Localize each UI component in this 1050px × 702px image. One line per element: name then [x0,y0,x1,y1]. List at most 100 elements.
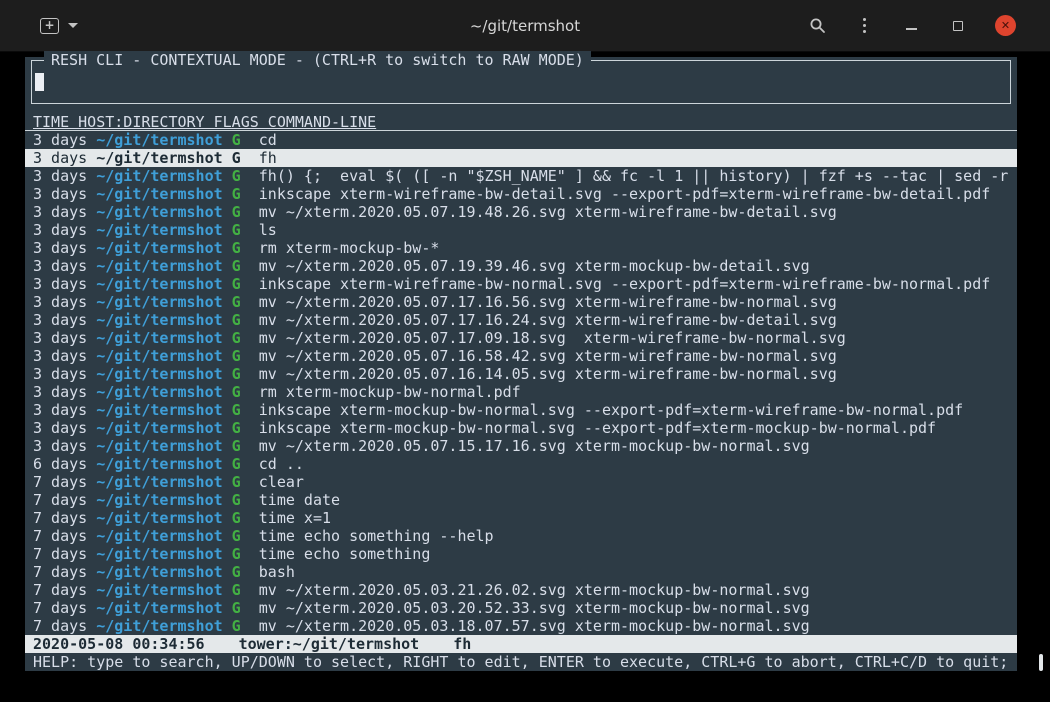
row-time: 3 days [33,419,96,437]
row-time: 3 days [33,257,96,275]
row-command-line: bash [241,563,295,581]
row-time: 3 days [33,329,96,347]
minimize-button[interactable] [901,16,921,36]
history-row[interactable]: 3 days ~/git/termshot G mv ~/xterm.2020.… [25,329,1017,347]
search-button[interactable] [807,16,827,36]
new-tab-button[interactable]: + [40,18,59,34]
history-row[interactable]: 7 days ~/git/termshot G time date [25,491,1017,509]
row-host-directory: ~/git/termshot [96,383,222,401]
kebab-menu-icon [863,18,866,33]
search-input[interactable]: RESH CLI - CONTEXTUAL MODE - (CTRL+R to … [31,60,1011,104]
history-row[interactable]: 7 days ~/git/termshot G time echo someth… [25,545,1017,563]
restore-button[interactable] [948,16,968,36]
row-time: 3 days [33,383,96,401]
row-command-line: cd [241,131,277,149]
row-command-line: mv ~/xterm.2020.05.07.19.39.46.svg xterm… [241,257,810,275]
row-flags: G [223,131,241,149]
row-time: 7 days [33,617,96,635]
row-flags: G [223,257,241,275]
history-row[interactable]: 3 days ~/git/termshot G fh() {; eval $( … [25,167,1017,185]
menu-button[interactable] [854,16,874,36]
history-row[interactable]: 7 days ~/git/termshot G mv ~/xterm.2020.… [25,599,1017,617]
history-row[interactable]: 3 days ~/git/termshot G rm xterm-mockup-… [25,239,1017,257]
row-command-line: inkscape xterm-mockup-bw-normal.svg --ex… [241,401,963,419]
titlebar: + ~/git/termshot [0,0,1050,52]
row-command-line: inkscape xterm-wireframe-bw-detail.svg -… [241,185,991,203]
row-command-line: rm xterm-mockup-bw-* [241,239,440,257]
row-time: 3 days [33,185,96,203]
history-row[interactable]: 7 days ~/git/termshot G time x=1 [25,509,1017,527]
history-row[interactable]: 3 days ~/git/termshot G inkscape xterm-m… [25,401,1017,419]
history-row[interactable]: 3 days ~/git/termshot G fh [25,149,1017,167]
history-row[interactable]: 3 days ~/git/termshot G mv ~/xterm.2020.… [25,347,1017,365]
row-host-directory: ~/git/termshot [96,221,222,239]
row-host-directory: ~/git/termshot [96,563,222,581]
row-host-directory: ~/git/termshot [96,329,222,347]
history-row[interactable]: 6 days ~/git/termshot G cd .. [25,455,1017,473]
history-row[interactable]: 3 days ~/git/termshot G mv ~/xterm.2020.… [25,311,1017,329]
row-flags: G [223,239,241,257]
tab-dropdown-button[interactable] [68,23,78,28]
row-time: 7 days [33,527,96,545]
row-host-directory: ~/git/termshot [96,527,222,545]
row-time: 7 days [33,509,96,527]
close-button[interactable]: ✕ [995,15,1016,36]
status-gap [419,635,453,653]
history-row[interactable]: 3 days ~/git/termshot G ls [25,221,1017,239]
history-row[interactable]: 3 days ~/git/termshot G inkscape xterm-w… [25,275,1017,293]
row-flags: G [223,203,241,221]
terminal-screen: RESH CLI - CONTEXTUAL MODE - (CTRL+R to … [0,52,1050,702]
minimize-icon [906,28,917,30]
history-row[interactable]: 3 days ~/git/termshot G rm xterm-mockup-… [25,383,1017,401]
row-command-line: mv ~/xterm.2020.05.07.17.16.24.svg xterm… [241,311,837,329]
history-row[interactable]: 3 days ~/git/termshot G mv ~/xterm.2020.… [25,257,1017,275]
row-time: 6 days [33,455,96,473]
row-flags: G [223,311,241,329]
row-host-directory: ~/git/termshot [96,311,222,329]
history-row[interactable]: 7 days ~/git/termshot G time echo someth… [25,527,1017,545]
history-row[interactable]: 3 days ~/git/termshot G inkscape xterm-m… [25,419,1017,437]
row-host-directory: ~/git/termshot [96,203,222,221]
row-host-directory: ~/git/termshot [96,509,222,527]
row-command-line: mv ~/xterm.2020.05.07.17.16.56.svg xterm… [241,293,837,311]
row-flags: G [223,473,241,491]
history-row[interactable]: 3 days ~/git/termshot G mv ~/xterm.2020.… [25,293,1017,311]
history-row[interactable]: 7 days ~/git/termshot G clear [25,473,1017,491]
history-row[interactable]: 7 days ~/git/termshot G mv ~/xterm.2020.… [25,581,1017,599]
history-row[interactable]: 3 days ~/git/termshot G mv ~/xterm.2020.… [25,365,1017,383]
row-flags: G [223,185,241,203]
row-time: 3 days [33,131,96,149]
row-host-directory: ~/git/termshot [96,347,222,365]
table-column-header: TIME HOST:DIRECTORY FLAGS COMMAND-LINE [25,113,1017,131]
row-command-line: mv ~/xterm.2020.05.07.16.14.05.svg xterm… [241,365,837,383]
row-host-directory: ~/git/termshot [96,581,222,599]
row-time: 3 days [33,149,96,167]
row-command-line: time echo something --help [241,527,494,545]
row-time: 3 days [33,437,96,455]
history-row[interactable]: 3 days ~/git/termshot G mv ~/xterm.2020.… [25,203,1017,221]
resh-mode-title: RESH CLI - CONTEXTUAL MODE - (CTRL+R to … [44,51,591,69]
resh-cli-panel: RESH CLI - CONTEXTUAL MODE - (CTRL+R to … [25,57,1017,671]
row-flags: G [223,545,241,563]
row-command-line: cd .. [241,455,304,473]
history-row[interactable]: 3 days ~/git/termshot G inkscape xterm-w… [25,185,1017,203]
status-host-path: tower:~/git/termshot [239,635,420,653]
row-time: 3 days [33,293,96,311]
row-host-directory: ~/git/termshot [96,257,222,275]
row-command-line: mv ~/xterm.2020.05.07.17.09.18.svg xterm… [241,329,846,347]
row-command-line: fh() {; eval $( ([ -n "$ZSH_NAME" ] && f… [241,167,1009,185]
scrollbar-thumb[interactable] [1039,654,1043,671]
status-bar: 2020-05-08 00:34:56 tower:~/git/termshot… [25,635,1017,653]
history-row[interactable]: 7 days ~/git/termshot G bash [25,563,1017,581]
history-row[interactable]: 3 days ~/git/termshot G cd [25,131,1017,149]
history-row[interactable]: 3 days ~/git/termshot G mv ~/xterm.2020.… [25,437,1017,455]
text-cursor [35,73,44,91]
row-flags: G [223,599,241,617]
history-row[interactable]: 7 days ~/git/termshot G mv ~/xterm.2020.… [25,617,1017,635]
row-command-line: fh [241,149,277,167]
row-flags: G [223,149,241,167]
terminal-window: + ~/git/termshot [0,0,1050,702]
row-flags: G [223,401,241,419]
row-flags: G [223,221,241,239]
row-command-line: rm xterm-mockup-bw-normal.pdf [241,383,521,401]
